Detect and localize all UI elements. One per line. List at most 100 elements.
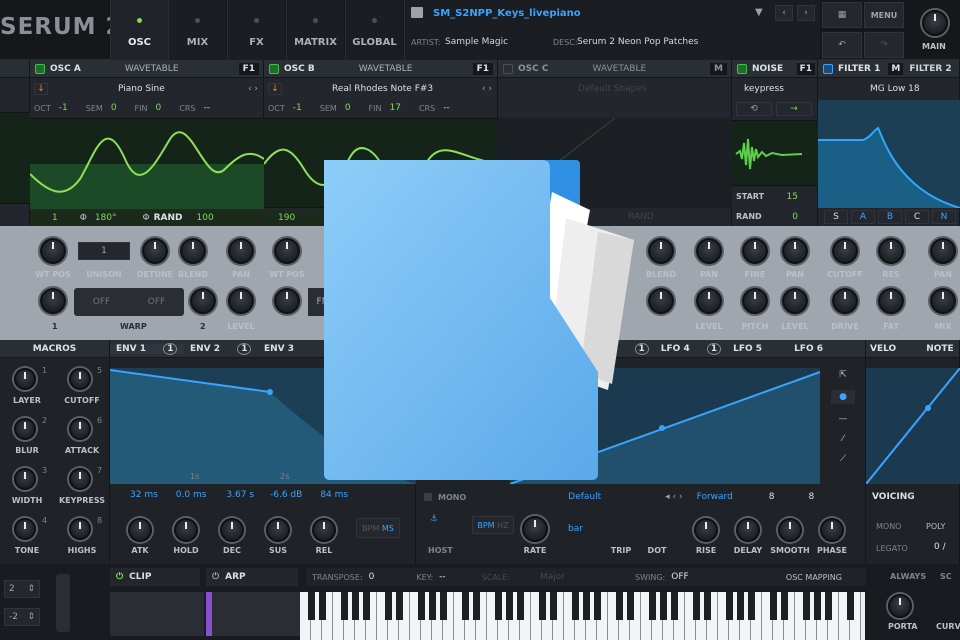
noise-rand-value[interactable]: 0 bbox=[792, 212, 798, 222]
filter-enable-toggle[interactable] bbox=[823, 63, 833, 74]
macro-knob-4[interactable] bbox=[69, 418, 91, 440]
filter-mode-n[interactable]: N bbox=[932, 210, 956, 224]
black-key[interactable] bbox=[693, 592, 700, 620]
filter-fat-knob[interactable] bbox=[878, 288, 904, 314]
black-key[interactable] bbox=[363, 592, 370, 620]
osc-b-enable-toggle[interactable] bbox=[269, 63, 279, 74]
noise-fine-knob[interactable] bbox=[742, 238, 768, 264]
osc-a-detune-knob[interactable] bbox=[142, 238, 168, 264]
osc-c-enable-toggle[interactable] bbox=[503, 63, 513, 74]
filter-response-display[interactable] bbox=[818, 100, 960, 209]
osc-c-blend-knob[interactable] bbox=[648, 238, 674, 264]
black-key[interactable] bbox=[583, 592, 590, 620]
browser-grid-button[interactable]: ▦ bbox=[822, 2, 862, 28]
lfo-rise-knob[interactable] bbox=[694, 518, 718, 542]
filter-2-tab[interactable]: FILTER 2 bbox=[909, 64, 951, 74]
black-key[interactable] bbox=[748, 592, 755, 620]
osc-b-crs-value[interactable]: -- bbox=[443, 103, 450, 113]
osc-a-type[interactable]: WAVETABLE bbox=[125, 64, 179, 74]
black-key[interactable] bbox=[803, 592, 810, 620]
osc-a-level-knob[interactable] bbox=[228, 288, 254, 314]
undo-button[interactable]: ↶ bbox=[822, 32, 862, 58]
voicing-mono-toggle[interactable]: MONO bbox=[876, 522, 901, 531]
noise-level-knob[interactable] bbox=[782, 288, 808, 314]
voicing-voice-count[interactable]: 0 / bbox=[934, 542, 946, 552]
noise-enable-toggle[interactable] bbox=[737, 63, 747, 74]
osc-a-voice-value[interactable]: 1 bbox=[52, 213, 58, 223]
lfo-steps-value[interactable]: 8 bbox=[809, 492, 815, 502]
filter-cutoff-knob[interactable] bbox=[832, 238, 858, 264]
point-tool-icon[interactable]: ● bbox=[831, 390, 855, 404]
black-key[interactable] bbox=[319, 592, 326, 620]
pitch-bend-down-stepper[interactable]: -2 ⇕ bbox=[4, 608, 40, 626]
noise-pitch-knob[interactable] bbox=[742, 288, 768, 314]
black-key[interactable] bbox=[550, 592, 557, 620]
black-key[interactable] bbox=[462, 592, 469, 620]
curve-tool-icon[interactable]: ⟋ bbox=[840, 454, 846, 464]
env-sus-knob[interactable] bbox=[266, 518, 290, 542]
tab-velo[interactable]: VELO bbox=[866, 344, 896, 354]
osc-a-unison-stepper[interactable]: 1 bbox=[78, 242, 130, 260]
tab-global[interactable]: GLOBAL bbox=[345, 0, 403, 60]
env-hold-knob[interactable] bbox=[174, 518, 198, 542]
env-release-value[interactable]: 84 ms bbox=[320, 490, 348, 500]
black-key[interactable] bbox=[814, 592, 821, 620]
macro-knob-1[interactable] bbox=[14, 368, 36, 390]
black-key[interactable] bbox=[440, 592, 447, 620]
osc-a-sem-value[interactable]: 0 bbox=[111, 103, 117, 113]
tab-lfo-6[interactable]: LFO 6 bbox=[794, 344, 823, 354]
osc-b-preset-nav-icon[interactable]: ‹ › bbox=[482, 84, 492, 94]
osc-b-f1-button[interactable]: F1 bbox=[472, 62, 493, 75]
black-key[interactable] bbox=[594, 592, 601, 620]
env-bpm-ms-toggle[interactable]: BPM MS bbox=[356, 518, 400, 538]
redo-button[interactable]: ↷ bbox=[864, 32, 904, 58]
tab-note[interactable]: NOTE bbox=[926, 344, 953, 354]
osc-c-warp2-knob[interactable] bbox=[648, 288, 674, 314]
power-icon[interactable]: ⏻ bbox=[212, 572, 219, 582]
osc-c-m-button[interactable]: M bbox=[710, 62, 727, 75]
scale-value[interactable]: Major bbox=[540, 572, 565, 582]
filter-res-knob[interactable] bbox=[878, 238, 904, 264]
lfo-host-sync-icon[interactable]: ⚓ bbox=[430, 514, 438, 524]
key-value[interactable]: -- bbox=[439, 572, 446, 582]
black-key[interactable] bbox=[539, 592, 546, 620]
pitch-bend-up-stepper[interactable]: 2 ⇕ bbox=[4, 580, 40, 598]
filter-mix-knob[interactable] bbox=[930, 288, 956, 314]
shape-selector[interactable] bbox=[0, 112, 30, 204]
black-key[interactable] bbox=[396, 592, 403, 620]
osc-a-blend-knob[interactable] bbox=[180, 238, 206, 264]
lfo-delay-knob[interactable] bbox=[736, 518, 760, 542]
env-hold-value[interactable]: 0.0 ms bbox=[176, 490, 207, 500]
tab-env-2[interactable]: ENV 2 1 bbox=[184, 342, 258, 355]
filter-drive-knob[interactable] bbox=[832, 288, 858, 314]
osc-a-wt-pos-knob[interactable] bbox=[40, 238, 66, 264]
ramp-tool-icon[interactable]: ⁄ bbox=[842, 434, 844, 444]
tab-env-3[interactable]: ENV 3 bbox=[258, 344, 332, 354]
macro-knob-5[interactable] bbox=[14, 468, 36, 490]
macro-knob-8[interactable] bbox=[69, 518, 91, 540]
osc-a-enable-toggle[interactable] bbox=[35, 63, 45, 74]
macro-knob-7[interactable] bbox=[14, 518, 36, 540]
black-key[interactable] bbox=[825, 592, 832, 620]
transpose-value[interactable]: 0 bbox=[369, 572, 375, 582]
osc-b-sem-value[interactable]: 0 bbox=[345, 103, 351, 113]
piano-keyboard[interactable] bbox=[300, 592, 865, 640]
black-key[interactable] bbox=[517, 592, 524, 620]
noise-pan-knob[interactable] bbox=[782, 238, 808, 264]
arp-keys[interactable] bbox=[206, 592, 300, 636]
osc-a-fin-value[interactable]: 0 bbox=[156, 103, 162, 113]
osc-a-preset-nav-icon[interactable]: ‹ › bbox=[248, 84, 258, 94]
osc-a-phase-value[interactable]: 180° bbox=[95, 213, 117, 223]
tab-osc[interactable]: OSC bbox=[110, 0, 168, 60]
lfo-shape-nav-icon[interactable]: ◂ ‹ › bbox=[665, 492, 682, 502]
osc-b-oct-value[interactable]: -1 bbox=[293, 103, 302, 113]
black-key[interactable] bbox=[341, 592, 348, 620]
osc-c-preset-name[interactable]: Default Shapes bbox=[578, 84, 647, 94]
lfo-shape-select[interactable]: Default bbox=[568, 492, 601, 502]
noise-oneshot-button[interactable]: → bbox=[776, 102, 812, 116]
env-sustain-value[interactable]: -6.6 dB bbox=[270, 490, 302, 500]
macro-knob-2[interactable] bbox=[69, 368, 91, 390]
prev-preset-button[interactable]: ‹ bbox=[775, 5, 793, 21]
osc-b-type[interactable]: WAVETABLE bbox=[359, 64, 413, 74]
tab-env-1[interactable]: ENV 1 1 bbox=[110, 342, 184, 355]
